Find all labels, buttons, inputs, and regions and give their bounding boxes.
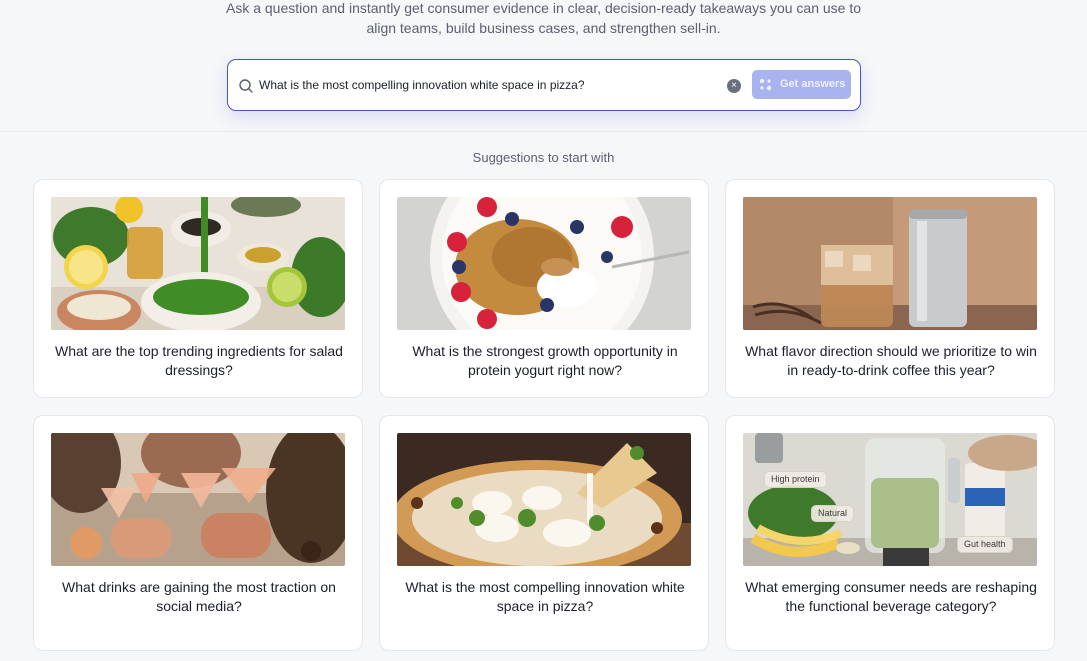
suggestion-question: What drinks are gaining the most tractio… [62, 579, 336, 614]
get-answers-label: Get answers [780, 78, 846, 90]
tag-natural: Natural [811, 505, 855, 522]
search-bar[interactable]: What is the most compelling innovation w… [227, 59, 861, 111]
suggestion-card-rtd-coffee[interactable]: What flavor direction should we prioriti… [725, 179, 1055, 398]
salad-dressing-image [51, 197, 345, 330]
suggestion-question: What is the most compelling innovation w… [405, 579, 685, 614]
suggestion-question: What flavor direction should we prioriti… [745, 343, 1037, 378]
suggestion-card-drinks-social[interactable]: What drinks are gaining the most tractio… [33, 415, 363, 651]
suggestions-title: Suggestions to start with [472, 150, 615, 165]
clear-icon[interactable]: × [727, 79, 741, 93]
suggestion-question: What are the top trending ingredients fo… [55, 343, 343, 378]
hero-section: Ask a question and instantly get consume… [0, 0, 1087, 132]
functional-beverage-image: High protein Natural Gut health [743, 433, 1037, 566]
tag-high-protein: High protein [764, 471, 827, 488]
suggestion-card-functional-beverage[interactable]: High protein Natural Gut health What eme… [725, 415, 1055, 651]
rtd-coffee-image [743, 197, 1037, 330]
suggestion-question: What emerging consumer needs are reshapi… [745, 579, 1037, 614]
protein-yogurt-image [397, 197, 691, 330]
get-answers-button[interactable]: Get answers [752, 70, 851, 99]
drinks-social-image [51, 433, 345, 566]
suggestion-question: What is the strongest growth opportunity… [412, 343, 678, 378]
search-input[interactable]: What is the most compelling innovation w… [259, 76, 729, 94]
hero-subtitle: Ask a question and instantly get consume… [0, 0, 1087, 38]
search-icon [239, 79, 253, 93]
pizza-image [397, 433, 691, 566]
sparkle-icon [759, 78, 772, 91]
hero-subtitle-line-1: Ask a question and instantly get consume… [225, 0, 862, 16]
tag-gut-health: Gut health [957, 536, 1013, 553]
suggestion-card-pizza[interactable]: What is the most compelling innovation w… [379, 415, 709, 651]
suggestion-card-protein-yogurt[interactable]: What is the strongest growth opportunity… [379, 179, 709, 398]
hero-subtitle-line-2: align teams, build business cases, and s… [366, 20, 721, 36]
suggestion-card-salad-dressings[interactable]: What are the top trending ingredients fo… [33, 179, 363, 398]
